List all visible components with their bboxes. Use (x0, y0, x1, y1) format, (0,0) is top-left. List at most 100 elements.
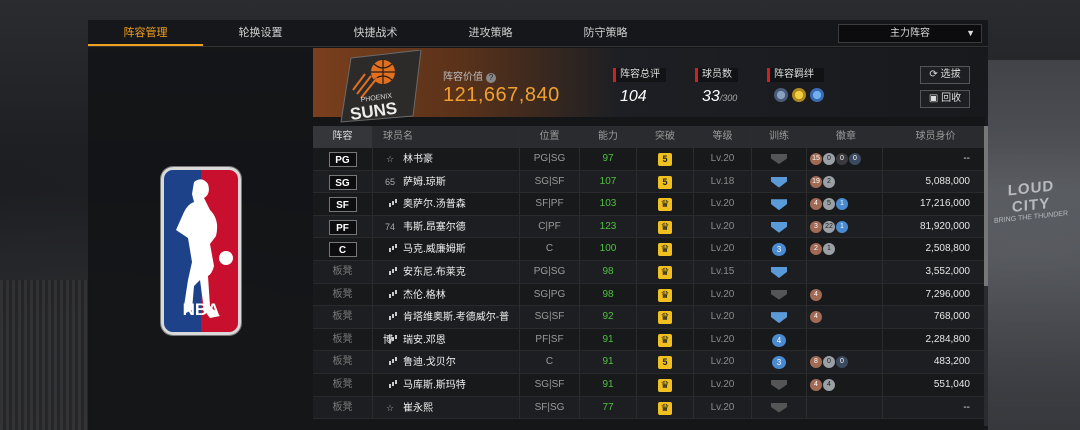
player-name[interactable]: 瑞安.邓恩 (403, 335, 446, 346)
slot-bench[interactable]: 板凳 (333, 334, 353, 345)
cell-name: 马克.威廉姆斯 (373, 238, 520, 260)
signal-icon (383, 374, 397, 397)
table-row[interactable]: C马克.威廉姆斯C100Lv.203212,508,800 (313, 238, 988, 261)
cell-badges: 21 (807, 238, 883, 260)
cell-ability: 91 (580, 373, 637, 396)
tab-rotation-settings[interactable]: 轮换设置 (203, 20, 318, 46)
badge-count: 8 (810, 356, 822, 369)
training-shield-icon (771, 289, 787, 300)
cell-ability: 92 (580, 306, 637, 328)
col-breakthrough[interactable]: 突破 (637, 126, 694, 148)
table-row[interactable]: PG ☆ 林书豪 PG|SG 97 5 Lv.20 15 0 0 0 -- (313, 148, 988, 171)
table-row[interactable]: 板凳 鲁迪.戈贝尔 C 91 5 Lv.20 3 8 0 0 483,200 (313, 351, 988, 374)
cell-ability: 123 (580, 215, 637, 238)
bond-icon-2[interactable] (792, 88, 806, 102)
badge-count: 0 (836, 356, 848, 369)
scrollbar-thumb[interactable] (984, 126, 988, 286)
table-row[interactable]: 板凳 马库斯.斯玛特 SG|SF91 Lv.20 44 551,040 (313, 373, 988, 397)
table-row[interactable]: 板凳 瑞安.邓恩 PF|SF91 Lv.20 4 2,284,800 (313, 328, 988, 352)
select-button[interactable]: ⟳ 选拔 (920, 66, 970, 84)
col-badges[interactable]: 徽章 (807, 126, 883, 148)
tab-quick-tactics[interactable]: 快捷战术 (318, 20, 433, 46)
slot-bench[interactable]: 板凳 (333, 356, 353, 367)
cell-breakthrough (637, 283, 694, 306)
player-name[interactable]: 马克.威廉姆斯 (403, 244, 466, 255)
crown-icon (658, 220, 672, 234)
recycle-button[interactable]: ▣ 回收 (920, 90, 970, 108)
cell-slot: SG (313, 170, 373, 193)
cell-training (752, 306, 807, 328)
nba-logo: NBA (161, 167, 241, 335)
player-name[interactable]: 韦斯.昂塞尔德 (403, 222, 466, 233)
help-icon[interactable]: ? (486, 73, 496, 83)
col-slot[interactable]: 阵容 (313, 126, 373, 148)
tab-offense-strategy[interactable]: 进攻策略 (433, 20, 548, 46)
badge-count: 22 (823, 220, 835, 233)
breakthrough-value: 5 (658, 175, 672, 189)
badge-count: 1 (823, 243, 835, 256)
cell-level: Lv.20 (694, 373, 752, 396)
bond-icons[interactable] (774, 88, 824, 102)
col-salary[interactable]: 球员身价 (883, 126, 988, 148)
player-name[interactable]: 鲁迪.戈贝尔 (403, 357, 456, 368)
slot-bench[interactable]: 板凳 (333, 266, 353, 277)
slot-tag[interactable]: PG (328, 152, 357, 167)
player-name[interactable]: 崔永熙 (403, 403, 433, 414)
slot-bench[interactable]: 板凳 (333, 311, 353, 322)
col-name[interactable]: 球员名 (373, 126, 520, 148)
player-name[interactable]: 林书豪 (403, 154, 433, 165)
col-ability[interactable]: 能力 (580, 126, 637, 148)
cell-level: Lv.20 (694, 351, 752, 373)
slot-tag[interactable]: SG (328, 174, 357, 190)
player-name[interactable]: 萨姆.琼斯 (403, 177, 446, 188)
recycle-button-label: 回收 (941, 93, 962, 104)
bond-icon-1[interactable] (774, 88, 788, 102)
lineup-value-label-text: 阵容价值 (443, 72, 483, 83)
bond-icon-3[interactable] (810, 88, 824, 102)
player-name[interactable]: 马库斯.斯玛特 (403, 380, 466, 391)
roster-table: 阵容 球员名 位置 能力 突破 等级 训练 徽章 球员身价 PG ☆ 林书豪 PG|S… (313, 126, 988, 420)
slot-tag[interactable]: SF (328, 197, 357, 213)
badge-count: 0 (849, 153, 861, 165)
cell-position: C|PF (520, 215, 580, 238)
slot-bench[interactable]: 板凳 (333, 402, 353, 413)
arena-sign-main: LOUD CITY (1007, 177, 1055, 217)
player-name[interactable]: 杰伦.格林 (403, 290, 446, 301)
slot-tag[interactable]: PF (328, 219, 357, 235)
slot-tag[interactable]: C (328, 242, 357, 258)
training-shield-icon (771, 154, 787, 164)
col-position[interactable]: 位置 (520, 126, 580, 148)
cell-level: Lv.20 (694, 328, 752, 351)
cell-training: 4 (752, 328, 807, 351)
table-row[interactable]: SF 奥萨尔.汤普森 SF|PF103 Lv.20 451 17,216,000 (313, 193, 988, 216)
tab-defense-strategy[interactable]: 防守策略 (548, 20, 663, 46)
cell-name: 安东尼.布莱克 (373, 260, 520, 283)
col-training[interactable]: 训练 (752, 126, 807, 148)
tab-lineup-management[interactable]: 阵容管理 (88, 20, 203, 46)
training-level: 3 (772, 243, 786, 257)
training-shield-icon (771, 176, 787, 188)
table-row[interactable]: SG 65 萨姆.琼斯 SG|SF 107 5 Lv.18 19 2 5,088,000 (313, 170, 988, 194)
col-level[interactable]: 等级 (694, 126, 752, 148)
table-scrollbar[interactable] (984, 126, 988, 426)
lineup-dropdown[interactable]: 主力阵容 ▼ (838, 24, 982, 43)
cell-training (752, 193, 807, 215)
table-row[interactable]: 板凳 肯塔维奥斯.考德威尔-普博SG|SF92 Lv.20 4 768,000 (313, 306, 988, 346)
table-row[interactable]: PF 74 韦斯.昂塞尔德 C|PF123 Lv.20 3221 81,920,000 (313, 215, 988, 239)
table-row[interactable]: 板凳 杰伦.格林 SG|PG98 Lv.20 4 7,296,000 (313, 283, 988, 307)
slot-bench[interactable]: 板凳 (333, 289, 353, 300)
player-name[interactable]: 安东尼.布莱克 (403, 267, 466, 278)
cell-ability: 107 (580, 170, 637, 193)
player-prefix: 65 (384, 176, 395, 187)
cell-name: 肯塔维奥斯.考德威尔-普博 (373, 306, 520, 346)
cell-badges: 4 (807, 306, 883, 328)
cell-badges: 15 0 0 0 (807, 148, 883, 170)
team-header: PHOENIX SUNS 阵容价值? 121,667,840 阵容总评 104 … (313, 48, 988, 124)
cell-level: Lv.18 (694, 170, 752, 193)
cell-level: Lv.20 (694, 148, 752, 170)
slot-bench[interactable]: 板凳 (333, 379, 353, 390)
table-row[interactable]: 板凳 安东尼.布莱克 PG|SG98 Lv.15 3,552,000 (313, 260, 988, 284)
player-name[interactable]: 奥萨尔.汤普森 (403, 199, 466, 210)
table-row[interactable]: 板凳 ☆ 崔永熙 SF|SG77 Lv.20 -- (313, 396, 988, 420)
player-count-max: /300 (719, 93, 738, 103)
